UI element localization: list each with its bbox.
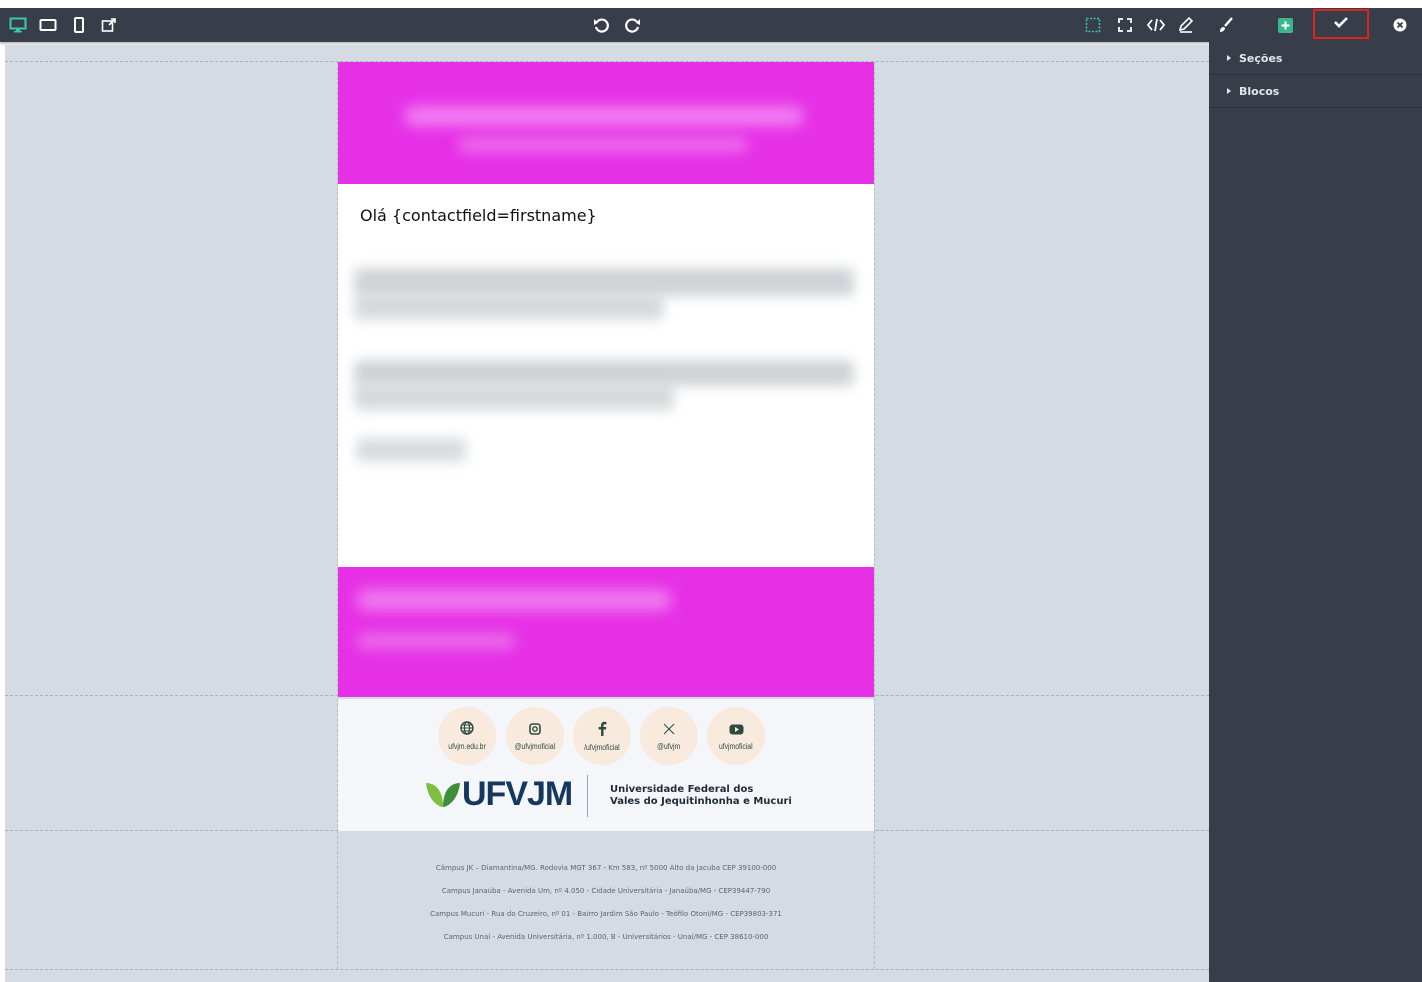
mobile-icon[interactable] (66, 8, 92, 42)
blurred-title (404, 106, 804, 126)
social-facebook[interactable]: /ufvjmoficial (573, 707, 631, 765)
ufvjm-logo: UFVJM Universidade Federal dos Vales do … (426, 775, 796, 821)
social-label: @ufvjm (657, 741, 681, 751)
logo-caption: Universidade Federal dos Vales do Jequit… (610, 784, 792, 808)
builder-side-panel: Seções Blocos (1209, 42, 1422, 982)
close-icon[interactable] (1387, 8, 1413, 42)
redo-icon[interactable] (620, 8, 646, 42)
address-line: Campus Janaúba - Avenida Um, nº 4.050 - … (441, 887, 771, 895)
blurred-subtitle (458, 138, 748, 152)
logo-caption-line: Vales do Jequitinhonha e Mucuri (610, 796, 792, 807)
brush-icon[interactable] (1213, 8, 1239, 42)
logo-caption-line: Universidade Federal dos (610, 784, 754, 795)
caret-right-icon (1227, 55, 1231, 61)
blurred-paragraph (354, 294, 664, 320)
hero-section[interactable] (338, 62, 874, 184)
x-icon (663, 722, 675, 740)
blurred-paragraph (354, 360, 854, 386)
blurred-footer-text (356, 589, 672, 611)
social-label: ufvjm.edu.br (448, 742, 486, 751)
content-section[interactable]: Olá {contactfield=firstname} (338, 184, 874, 567)
add-block-icon[interactable] (1278, 18, 1293, 33)
code-icon[interactable] (1143, 8, 1169, 42)
undo-icon[interactable] (588, 8, 614, 42)
social-website[interactable]: ufvjm.edu.br (438, 707, 496, 765)
panel-item-secoes[interactable]: Seções (1209, 42, 1422, 75)
blurred-footer-text (356, 633, 516, 649)
footer-banner[interactable] (338, 567, 874, 697)
tablet-icon[interactable] (35, 8, 61, 42)
fullscreen-icon[interactable] (1112, 8, 1138, 42)
globe-icon (460, 721, 474, 740)
instagram-icon (529, 722, 541, 740)
external-link-icon[interactable] (96, 8, 122, 42)
blurred-signoff (356, 438, 466, 462)
editor-toolbar (0, 8, 1422, 42)
youtube-icon (729, 722, 744, 740)
email-body: Olá {contactfield=firstname} ufvjm.edu.b… (337, 62, 875, 832)
pencil-icon[interactable] (1173, 8, 1199, 42)
address-line: Campus Mucuri - Rua do Cruzeiro, nº 01 -… (430, 910, 782, 918)
check-icon (1334, 15, 1348, 33)
social-label: ufvjmoficial (719, 741, 753, 751)
caret-right-icon (1227, 88, 1231, 94)
panel-item-label: Blocos (1239, 84, 1280, 98)
address-line: Campus Unaí - Avenida Universitária, nº … (443, 933, 769, 941)
social-label: @ufvjmoficial (514, 741, 556, 751)
blurred-paragraph (354, 268, 854, 296)
select-area-icon[interactable] (1080, 8, 1106, 42)
social-instagram[interactable]: @ufvjmoficial (506, 707, 564, 765)
logo-wordmark: UFVJM (462, 775, 573, 813)
blurred-paragraph (354, 384, 674, 410)
logo-divider (587, 775, 588, 817)
social-youtube[interactable]: ufvjmoficial (707, 707, 765, 765)
editor-canvas: Olá {contactfield=firstname} ufvjm.edu.b… (5, 45, 1209, 982)
address-section[interactable]: Câmpus JK – Diamantina/MG. Rodovia MGT 3… (337, 831, 875, 969)
panel-item-blocos[interactable]: Blocos (1209, 75, 1422, 108)
social-footer[interactable]: ufvjm.edu.br @ufvjmoficial /ufvjmoficial… (338, 699, 874, 831)
panel-item-label: Seções (1239, 51, 1283, 65)
section-divider (5, 969, 1209, 970)
desktop-icon[interactable] (5, 8, 31, 42)
greeting-text[interactable]: Olá {contactfield=firstname} (360, 206, 597, 225)
address-line: Câmpus JK – Diamantina/MG. Rodovia MGT 3… (435, 864, 777, 872)
apply-button[interactable] (1313, 9, 1369, 39)
social-label: /ufvjmoficial (584, 742, 620, 752)
facebook-icon (597, 721, 607, 741)
social-x[interactable]: @ufvjm (640, 707, 698, 765)
